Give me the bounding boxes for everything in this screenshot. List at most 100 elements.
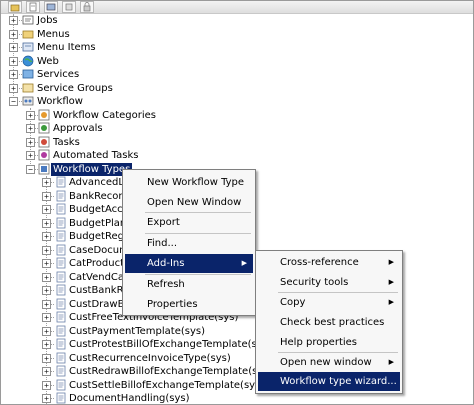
expand-icon[interactable]: + bbox=[26, 124, 35, 133]
menu-item-label: New Workflow Type bbox=[147, 177, 245, 188]
jobs-icon bbox=[22, 14, 34, 26]
workflow-type-item-icon bbox=[55, 271, 67, 283]
menu-separator bbox=[145, 212, 251, 213]
collapse-icon[interactable]: − bbox=[26, 164, 35, 174]
services-icon bbox=[22, 68, 34, 80]
compile-icon[interactable] bbox=[44, 1, 58, 13]
workflow-type-item-icon bbox=[55, 392, 67, 404]
workflow-type-item-icon bbox=[55, 257, 67, 269]
workflow-type-item-icon bbox=[55, 230, 67, 242]
expand-icon[interactable]: + bbox=[42, 380, 51, 390]
expand-icon[interactable]: + bbox=[9, 56, 18, 66]
menu-item-label: Security tools bbox=[280, 277, 349, 288]
tree-node-label: CustPaymentTemplate(sys) bbox=[69, 325, 206, 337]
tree-node-label: Services bbox=[37, 69, 80, 80]
automated-tasks-icon bbox=[38, 149, 50, 161]
workflow-icon bbox=[22, 95, 34, 107]
menu-item-label: Copy bbox=[280, 297, 306, 308]
menu-item-label: Workflow type wizard... bbox=[280, 376, 397, 387]
menu-item-open-new-window[interactable]: Open New Window bbox=[125, 193, 253, 212]
menu-item-export[interactable]: Export bbox=[125, 213, 253, 232]
workflow-type-item-icon bbox=[55, 217, 67, 229]
submenu-arrow-icon: ▶ bbox=[241, 259, 247, 267]
tree-node-label: Automated Tasks bbox=[53, 150, 139, 161]
menu-item-label: Open new window bbox=[280, 357, 372, 368]
submenu-item-security-tools[interactable]: Security tools ▶ bbox=[258, 273, 400, 292]
expand-icon[interactable]: + bbox=[42, 367, 51, 376]
expand-icon[interactable]: + bbox=[9, 43, 18, 52]
workflow-type-item-icon bbox=[55, 311, 67, 323]
workflow-type-item-icon bbox=[55, 338, 67, 350]
expand-icon[interactable]: + bbox=[42, 178, 51, 187]
collapse-icon[interactable]: − bbox=[9, 97, 18, 106]
expand-icon[interactable]: + bbox=[42, 353, 51, 363]
expand-icon[interactable]: + bbox=[42, 259, 51, 268]
submenu-item-help-properties[interactable]: Help properties bbox=[258, 333, 400, 352]
tree-node-label: DocumentHandling(sys) bbox=[69, 393, 190, 404]
expand-icon[interactable]: + bbox=[42, 191, 51, 201]
expand-icon[interactable]: + bbox=[42, 299, 51, 309]
expand-icon[interactable]: + bbox=[42, 232, 51, 241]
menu-item-label: Refresh bbox=[147, 279, 185, 290]
menu-item-label: Open New Window bbox=[147, 197, 242, 208]
expand-icon[interactable]: + bbox=[42, 245, 51, 255]
menu-item-label: Cross-reference bbox=[280, 257, 359, 268]
workflow-type-item-icon bbox=[55, 325, 67, 337]
lock-icon[interactable] bbox=[80, 1, 94, 13]
tree-node-label: Service Groups bbox=[37, 82, 113, 94]
tree-node-label: CustProtestBillOfExchangeTemplate(sys) bbox=[69, 339, 272, 350]
expand-icon[interactable]: + bbox=[42, 326, 51, 336]
expand-icon[interactable]: + bbox=[42, 205, 51, 214]
tree-node-label: Jobs bbox=[37, 15, 58, 26]
expand-icon[interactable]: + bbox=[42, 218, 51, 228]
expand-icon[interactable]: + bbox=[42, 286, 51, 295]
submenu-arrow-icon: ▶ bbox=[388, 258, 394, 266]
menu-separator bbox=[145, 233, 251, 234]
menu-item-label: Export bbox=[147, 217, 180, 228]
expand-icon[interactable]: + bbox=[9, 16, 18, 25]
submenu-item-workflow-type-wizard[interactable]: Workflow type wizard... bbox=[258, 372, 400, 391]
submenu-item-check-best-practices[interactable]: Check best practices bbox=[258, 313, 400, 332]
submenu-arrow-icon: ▶ bbox=[388, 278, 394, 286]
workflow-categories-icon bbox=[38, 109, 50, 121]
menu-item-label: Properties bbox=[147, 299, 198, 310]
menu-items-icon bbox=[22, 41, 34, 53]
expand-icon[interactable]: + bbox=[26, 110, 35, 120]
open-icon[interactable] bbox=[8, 1, 22, 13]
addins-submenu: Cross-reference ▶ Security tools ▶ Copy ▶ Chec… bbox=[255, 250, 403, 394]
workflow-type-item-icon bbox=[55, 244, 67, 256]
web-globe-icon bbox=[22, 55, 34, 67]
expand-icon[interactable]: + bbox=[42, 272, 51, 282]
tree-node-label: Workflow bbox=[37, 96, 83, 107]
properties-icon[interactable] bbox=[26, 1, 40, 13]
menu-separator bbox=[278, 292, 398, 293]
expand-icon[interactable]: + bbox=[42, 340, 51, 349]
tree-node-label: Approvals bbox=[53, 123, 103, 134]
menu-item-refresh[interactable]: Refresh bbox=[125, 275, 253, 294]
menu-item-add-ins[interactable]: Add-Ins ▶ bbox=[125, 254, 253, 273]
submenu-item-open-new-window[interactable]: Open new window ▶ bbox=[258, 353, 400, 372]
menu-item-find[interactable]: Find... bbox=[125, 234, 253, 253]
submenu-item-cross-reference[interactable]: Cross-reference ▶ bbox=[258, 253, 400, 272]
menu-separator bbox=[278, 352, 398, 353]
import-icon[interactable] bbox=[62, 1, 76, 13]
menu-item-properties[interactable]: Properties bbox=[125, 295, 253, 314]
menu-item-new-workflow-type[interactable]: New Workflow Type bbox=[125, 173, 253, 192]
tree-node-label: Workflow Categories bbox=[53, 109, 156, 121]
expand-icon[interactable]: + bbox=[9, 70, 18, 79]
submenu-item-copy[interactable]: Copy ▶ bbox=[258, 293, 400, 312]
menu-item-label: Help properties bbox=[280, 337, 358, 348]
workflow-types-icon bbox=[38, 163, 50, 175]
expand-icon[interactable]: + bbox=[26, 151, 35, 160]
expand-icon[interactable]: + bbox=[26, 137, 35, 147]
expand-icon[interactable]: + bbox=[9, 83, 18, 93]
expand-icon[interactable]: + bbox=[42, 394, 51, 403]
menu-item-label: Find... bbox=[147, 238, 178, 249]
workflow-type-item-icon bbox=[55, 190, 67, 202]
workflow-type-item-icon bbox=[55, 298, 67, 310]
expand-icon[interactable]: + bbox=[9, 29, 18, 39]
menu-item-label: Add-Ins bbox=[147, 258, 185, 269]
menu-folder-icon bbox=[22, 28, 34, 40]
submenu-arrow-icon: ▶ bbox=[388, 298, 394, 306]
expand-icon[interactable]: + bbox=[42, 313, 51, 322]
